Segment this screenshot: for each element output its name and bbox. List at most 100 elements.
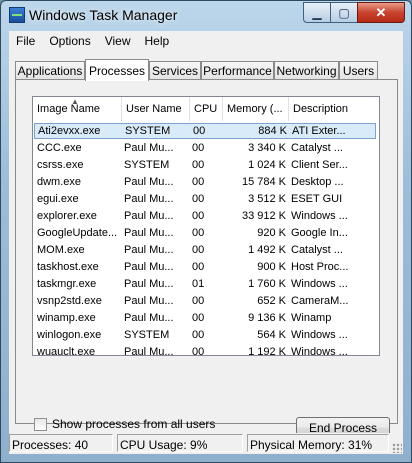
task-manager-icon (9, 7, 25, 23)
tab-processes[interactable]: Processes (85, 59, 149, 81)
title-bar[interactable]: Windows Task Manager ▁ ▢ ✕ (1, 1, 411, 29)
tab-performance[interactable]: Performance (201, 61, 274, 79)
client-area: Applications Processes Services Performa… (9, 51, 403, 454)
process-row[interactable]: winlogon.exe SYSTEM 00 564 K Windows ... (34, 327, 376, 343)
process-row[interactable]: taskhost.exe Paul Mu... 00 900 K Host Proc..… (34, 259, 376, 275)
process-user: Paul Mu... (124, 312, 174, 324)
process-row[interactable]: Ati2evxx.exe SYSTEM 00 884 K ATI Exter... (34, 123, 376, 139)
process-name: winlogon.exe (37, 329, 102, 341)
menu-bar: File Options View Help (9, 31, 403, 51)
process-user: Paul Mu... (124, 261, 174, 273)
process-memory: 564 K (257, 329, 286, 341)
process-name: csrss.exe (37, 159, 84, 171)
maximize-button[interactable]: ▢ (330, 2, 358, 23)
process-row[interactable]: egui.exe Paul Mu... 00 3 512 K ESET GUI (34, 191, 376, 207)
process-memory: 1 760 K (248, 278, 286, 290)
process-cpu: 00 (192, 142, 205, 154)
status-cpu-usage: CPU Usage: 9% (117, 434, 243, 452)
process-user: Paul Mu... (124, 210, 174, 222)
process-cpu: 01 (192, 278, 205, 290)
process-row[interactable]: csrss.exe SYSTEM 00 1 024 K Client Ser... (34, 157, 376, 173)
process-row[interactable]: explorer.exe Paul Mu... 00 33 912 K Windows … (34, 208, 376, 224)
status-bar: Processes: 40 CPU Usage: 9% Physical Mem… (9, 433, 403, 454)
process-description: Windows ... (291, 210, 348, 222)
process-memory: 900 K (257, 261, 286, 273)
process-memory: 15 784 K (241, 176, 286, 188)
processes-panel: ▲ Image Name User Name CPU Memory (... D… (15, 79, 398, 438)
column-description[interactable]: Description (289, 97, 363, 121)
task-manager-window: Windows Task Manager ▁ ▢ ✕ File Options … (0, 0, 412, 463)
process-name: CCC.exe (37, 142, 82, 154)
process-name: explorer.exe (37, 210, 97, 222)
process-row[interactable]: winamp.exe Paul Mu... 00 9 136 K Winamp (34, 310, 376, 326)
process-name: GoogleUpdate... (37, 227, 118, 239)
process-row[interactable]: wuauclt.exe Paul Mu... 00 1 192 K Windows ..… (34, 344, 376, 356)
process-description: Google In... (291, 227, 348, 239)
menu-help[interactable]: Help (138, 34, 177, 48)
process-row[interactable]: CCC.exe Paul Mu... 00 3 340 K Catalyst ... (34, 140, 376, 156)
column-label: Image Name (37, 103, 100, 115)
minimize-icon: ▁ (312, 5, 322, 20)
tab-networking[interactable]: Networking (274, 61, 339, 79)
process-memory: 9 136 K (248, 312, 286, 324)
process-memory: 652 K (257, 295, 286, 307)
column-image-name[interactable]: ▲ Image Name (33, 97, 122, 121)
process-user: Paul Mu... (124, 227, 174, 239)
tab-applications[interactable]: Applications (15, 61, 85, 79)
process-name: Ati2evxx.exe (38, 125, 101, 137)
process-cpu: 00 (192, 244, 205, 256)
process-user: SYSTEM (124, 329, 170, 341)
process-user: Paul Mu... (124, 278, 174, 290)
process-name: taskmgr.exe (37, 278, 97, 290)
process-cpu: 00 (192, 261, 205, 273)
list-header: ▲ Image Name User Name CPU Memory (... D… (33, 97, 379, 121)
process-user: Paul Mu... (124, 193, 174, 205)
process-cpu: 00 (192, 210, 205, 222)
menu-view[interactable]: View (98, 34, 138, 48)
process-cpu: 00 (192, 176, 205, 188)
process-row[interactable]: MOM.exe Paul Mu... 00 1 492 K Catalyst ... (34, 242, 376, 258)
process-name: vsnp2std.exe (37, 295, 102, 307)
process-description: CameraM... (291, 295, 349, 307)
menu-options[interactable]: Options (42, 34, 97, 48)
minimize-button[interactable]: ▁ (303, 2, 331, 23)
process-memory: 1 024 K (248, 159, 286, 171)
status-physical-memory: Physical Memory: 31% (247, 434, 389, 452)
show-all-users-label: Show processes from all users (52, 417, 216, 431)
process-memory: 3 340 K (248, 142, 286, 154)
column-cpu[interactable]: CPU (190, 97, 223, 121)
process-name: wuauclt.exe (37, 346, 96, 356)
column-memory[interactable]: Memory (... (223, 97, 289, 121)
process-user: Paul Mu... (124, 142, 174, 154)
close-icon: ✕ (375, 4, 387, 20)
process-row[interactable]: vsnp2std.exe Paul Mu... 00 652 K CameraM... (34, 293, 376, 309)
tab-users[interactable]: Users (339, 61, 378, 79)
process-row[interactable]: GoogleUpdate... Paul Mu... 00 920 K Google I… (34, 225, 376, 241)
tab-services[interactable]: Services (149, 61, 201, 79)
window-title: Windows Task Manager (29, 7, 178, 23)
process-memory: 1 492 K (248, 244, 286, 256)
show-all-users-checkbox[interactable] (34, 417, 47, 431)
process-list[interactable]: ▲ Image Name User Name CPU Memory (... D… (32, 96, 380, 356)
process-row[interactable]: dwm.exe Paul Mu... 00 15 784 K Desktop ... (34, 174, 376, 190)
process-user: Paul Mu... (124, 176, 174, 188)
process-cpu: 00 (192, 295, 205, 307)
process-cpu: 00 (192, 193, 205, 205)
close-button[interactable]: ✕ (357, 2, 405, 23)
process-name: MOM.exe (37, 244, 85, 256)
column-user-name[interactable]: User Name (122, 97, 190, 121)
process-cpu: 00 (192, 312, 205, 324)
process-description: ESET GUI (291, 193, 343, 205)
process-memory: 920 K (257, 227, 286, 239)
process-description: Catalyst ... (291, 244, 343, 256)
process-row[interactable]: taskmgr.exe Paul Mu... 01 1 760 K Windows ..… (34, 276, 376, 292)
menu-file[interactable]: File (9, 34, 42, 48)
process-user: SYSTEM (124, 159, 170, 171)
process-memory: 884 K (258, 125, 287, 137)
process-description: Client Ser... (291, 159, 348, 171)
process-user: Paul Mu... (124, 244, 174, 256)
show-all-users-option[interactable]: Show processes from all users (34, 417, 215, 431)
process-cpu: 00 (192, 227, 205, 239)
sort-ascending-icon: ▲ (71, 97, 79, 106)
resize-grip-icon[interactable] (392, 443, 402, 453)
